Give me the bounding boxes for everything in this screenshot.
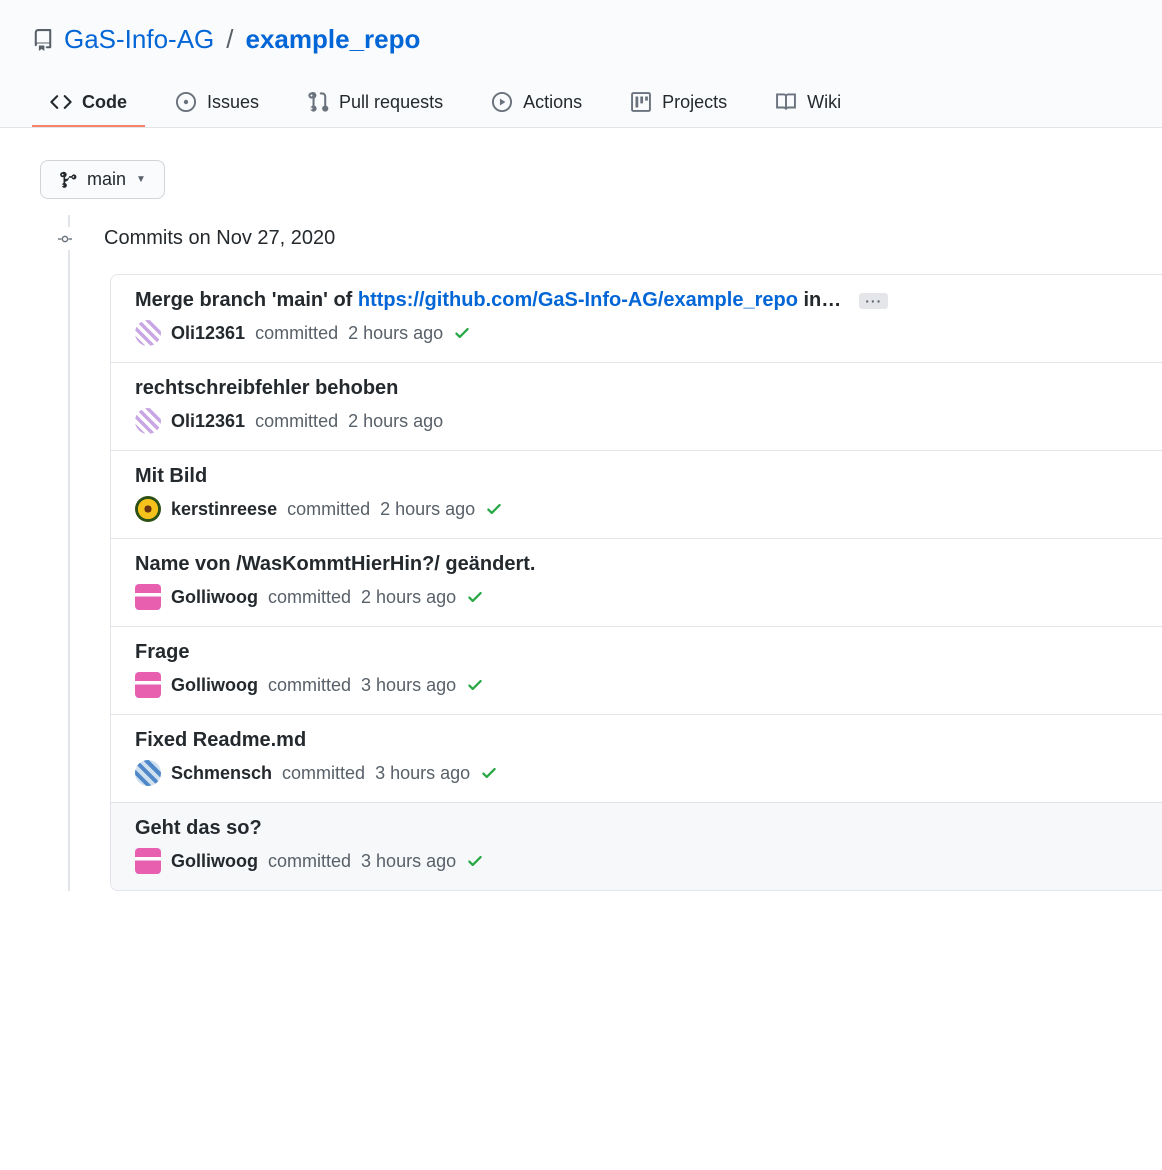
commit-dot-icon bbox=[54, 228, 76, 250]
check-icon bbox=[466, 676, 484, 694]
commit-title-text[interactable]: Geht das so? bbox=[135, 817, 262, 840]
commit-verb: committed bbox=[255, 323, 338, 344]
tab-wiki[interactable]: Wiki bbox=[757, 79, 859, 127]
commit-title-text[interactable]: Merge branch 'main' of https://github.co… bbox=[135, 289, 841, 312]
tab-label: Pull requests bbox=[339, 92, 443, 113]
check-icon bbox=[466, 852, 484, 870]
commit-item: Frage Golliwoog committed 3 hours ago bbox=[111, 627, 1162, 715]
commit-time: 3 hours ago bbox=[361, 851, 456, 872]
commit-verb: committed bbox=[268, 851, 351, 872]
avatar[interactable] bbox=[135, 584, 161, 610]
avatar[interactable] bbox=[135, 672, 161, 698]
repo-breadcrumb: GaS-Info-AG / example_repo bbox=[32, 24, 1130, 79]
commits-date-label: Commits on Nov 27, 2020 bbox=[104, 227, 335, 250]
avatar[interactable] bbox=[135, 408, 161, 434]
commit-verb: committed bbox=[282, 763, 365, 784]
avatar[interactable] bbox=[135, 848, 161, 874]
issues-icon bbox=[175, 91, 197, 113]
check-icon bbox=[485, 500, 503, 518]
commit-verb: committed bbox=[255, 411, 338, 432]
commit-time: 2 hours ago bbox=[348, 411, 443, 432]
check-icon bbox=[453, 324, 471, 342]
commit-time: 3 hours ago bbox=[361, 675, 456, 696]
tab-issues[interactable]: Issues bbox=[157, 79, 277, 127]
commit-author[interactable]: kerstinreese bbox=[171, 499, 277, 520]
wiki-icon bbox=[775, 91, 797, 113]
tab-actions[interactable]: Actions bbox=[473, 79, 600, 127]
expand-message-button[interactable]: ··· bbox=[859, 293, 888, 309]
commit-author[interactable]: Golliwoog bbox=[171, 851, 258, 872]
check-icon bbox=[480, 764, 498, 782]
commit-item: Mit Bild kerstinreese committed 2 hours ago bbox=[111, 451, 1162, 539]
commit-item: rechtschreibfehler behoben Oli12361 commit… bbox=[111, 363, 1162, 451]
branch-select-button[interactable]: main ▼ bbox=[40, 160, 165, 199]
caret-down-icon: ▼ bbox=[136, 174, 146, 185]
commit-verb: committed bbox=[268, 675, 351, 696]
commit-title-text[interactable]: Mit Bild bbox=[135, 465, 207, 488]
tab-projects[interactable]: Projects bbox=[612, 79, 745, 127]
branch-name: main bbox=[87, 169, 126, 190]
commit-time: 3 hours ago bbox=[375, 763, 470, 784]
commit-time: 2 hours ago bbox=[348, 323, 443, 344]
pull-request-icon bbox=[307, 91, 329, 113]
commit-verb: committed bbox=[268, 587, 351, 608]
commit-author[interactable]: Golliwoog bbox=[171, 675, 258, 696]
tab-pull-requests[interactable]: Pull requests bbox=[289, 79, 461, 127]
commit-list: Merge branch 'main' of https://github.co… bbox=[110, 274, 1162, 891]
tab-label: Code bbox=[82, 92, 127, 113]
commit-author[interactable]: Schmensch bbox=[171, 763, 272, 784]
commit-title-text[interactable]: Fixed Readme.md bbox=[135, 729, 306, 752]
avatar[interactable] bbox=[135, 320, 161, 346]
commit-title-text[interactable]: Name von /WasKommtHierHin?/ geändert. bbox=[135, 553, 535, 576]
branch-icon bbox=[59, 171, 77, 189]
tab-label: Actions bbox=[523, 92, 582, 113]
tab-label: Projects bbox=[662, 92, 727, 113]
breadcrumb-separator: / bbox=[226, 24, 233, 55]
avatar[interactable] bbox=[135, 760, 161, 786]
commit-author[interactable]: Oli12361 bbox=[171, 323, 245, 344]
commit-author[interactable]: Oli12361 bbox=[171, 411, 245, 432]
commit-title-text[interactable]: rechtschreibfehler behoben bbox=[135, 377, 398, 400]
avatar[interactable] bbox=[135, 496, 161, 522]
check-icon bbox=[466, 588, 484, 606]
repo-icon bbox=[32, 29, 54, 51]
commit-time: 2 hours ago bbox=[380, 499, 475, 520]
commit-item: Merge branch 'main' of https://github.co… bbox=[111, 275, 1162, 363]
tab-label: Wiki bbox=[807, 92, 841, 113]
repo-owner-link[interactable]: GaS-Info-AG bbox=[64, 24, 214, 55]
commit-author[interactable]: Golliwoog bbox=[171, 587, 258, 608]
code-icon bbox=[50, 91, 72, 113]
projects-icon bbox=[630, 91, 652, 113]
actions-icon bbox=[491, 91, 513, 113]
repo-name-link[interactable]: example_repo bbox=[246, 24, 421, 55]
commit-title-link[interactable]: https://github.com/GaS-Info-AG/example_r… bbox=[358, 289, 798, 311]
commit-time: 2 hours ago bbox=[361, 587, 456, 608]
commit-item: Geht das so? Golliwoog committed 3 hours ag… bbox=[111, 803, 1162, 890]
tab-label: Issues bbox=[207, 92, 259, 113]
commit-title-text[interactable]: Frage bbox=[135, 641, 189, 664]
timeline-line bbox=[68, 215, 70, 891]
tab-code[interactable]: Code bbox=[32, 79, 145, 127]
commit-verb: committed bbox=[287, 499, 370, 520]
repo-tabs: Code Issues Pull requests Actions Projec… bbox=[32, 79, 1130, 127]
commit-item: Fixed Readme.md Schmensch committed 3 hours… bbox=[111, 715, 1162, 803]
commit-item: Name von /WasKommtHierHin?/ geändert. Gol… bbox=[111, 539, 1162, 627]
